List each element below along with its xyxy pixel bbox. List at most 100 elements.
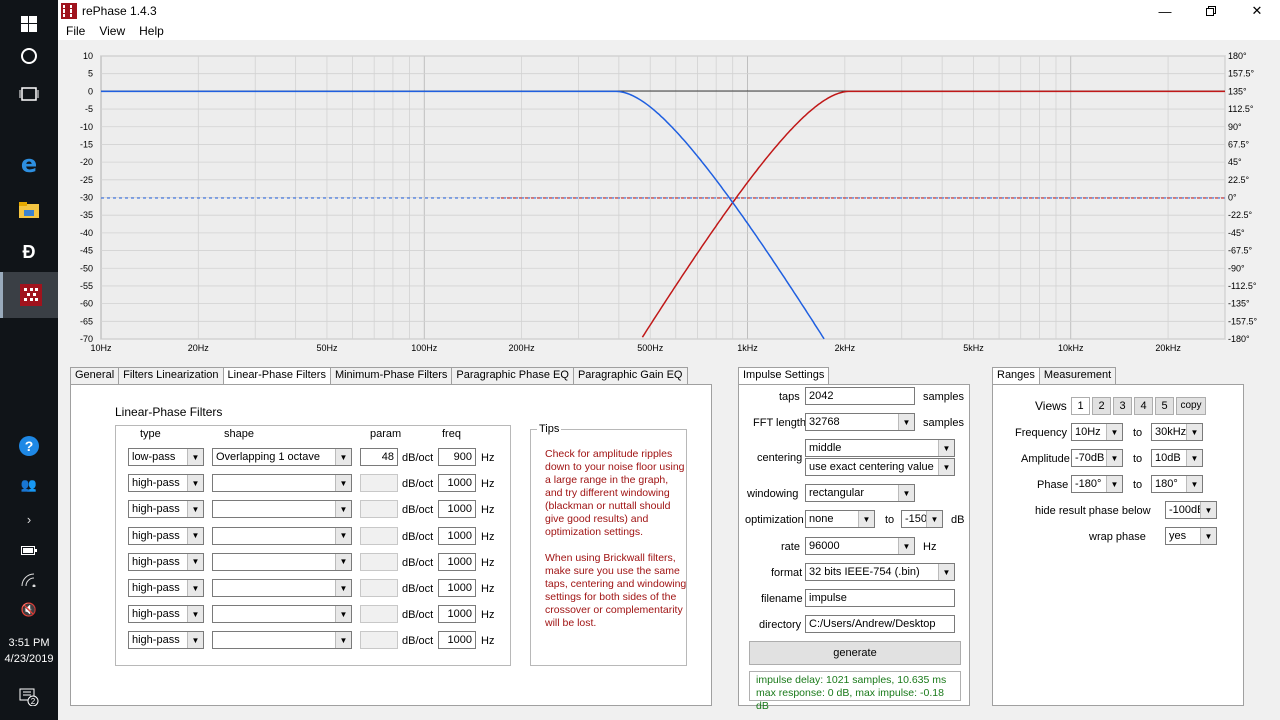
notifications-icon[interactable]: 2	[0, 682, 58, 712]
filter-param-input[interactable]	[360, 605, 398, 624]
minimize-icon[interactable]: —	[1142, 0, 1188, 22]
view-1-button[interactable]: 1	[1071, 397, 1090, 415]
rephase-taskbar-icon[interactable]	[0, 272, 58, 318]
wrap-phase-select[interactable]: yes ▼	[1165, 527, 1217, 545]
filter-param-input[interactable]: 48	[360, 448, 398, 466]
filter-freq-input[interactable]: 1000	[438, 579, 476, 597]
centering-mode-select[interactable]: use exact centering value ▼	[805, 458, 955, 476]
file-explorer-icon[interactable]	[0, 186, 58, 234]
tab-paragraphic-gain-eq[interactable]: Paragraphic Gain EQ	[572, 367, 688, 384]
filter-shape-select[interactable]: ▼	[212, 605, 352, 624]
filter-freq-input[interactable]: 1000	[438, 526, 476, 545]
tab-ranges[interactable]: Ranges	[992, 367, 1040, 384]
filter-type-select[interactable]: high-pass ▼	[128, 579, 204, 597]
filter-type-select[interactable]: low-pass ▼	[128, 448, 204, 466]
phase-from-select[interactable]: -180° ▼	[1071, 475, 1123, 493]
tab-minimum-phase-filters[interactable]: Minimum-Phase Filters	[329, 367, 453, 384]
filter-type-select[interactable]: high-pass ▼	[128, 552, 204, 571]
tab-impulse-settings[interactable]: Impulse Settings	[738, 367, 830, 384]
optimization-db-select[interactable]: -150 ▼	[901, 510, 943, 528]
edge-browser-icon[interactable]: e	[0, 140, 58, 188]
filter-freq-input[interactable]: 1000	[438, 474, 476, 493]
chevron-up-icon[interactable]: ›	[0, 504, 58, 534]
chevron-down-icon: ▼	[1106, 424, 1122, 440]
filter-param-unit: dB/oct	[402, 478, 434, 491]
centering-value: middle	[809, 442, 842, 454]
filter-type-value: high-pass	[132, 634, 180, 647]
filter-shape-select[interactable]: ▼	[212, 579, 352, 597]
phase-to-select[interactable]: 180° ▼	[1151, 475, 1203, 493]
generate-button[interactable]: generate	[749, 641, 961, 665]
filename-input[interactable]: impulse	[805, 589, 955, 607]
filter-shape-select[interactable]: ▼	[212, 631, 352, 650]
battery-icon[interactable]	[0, 535, 58, 565]
response-graph[interactable]: 10 5 0 -5 -10 -15 -20 -25 -30 -35 -40 -45 -50 -55 -60 -…	[58, 40, 1280, 360]
filter-freq-input[interactable]: 1000	[438, 500, 476, 519]
tab-filters-linearization[interactable]: Filters Linearization	[118, 367, 224, 384]
restore-icon[interactable]	[1188, 0, 1234, 22]
filter-param-input[interactable]	[360, 474, 398, 493]
filter-param-input[interactable]	[360, 500, 398, 519]
menu-view[interactable]: View	[99, 24, 125, 38]
app-d-icon[interactable]: Ð	[0, 228, 58, 276]
rate-select[interactable]: 96000 ▼	[805, 537, 915, 555]
tab-paragraphic-phase-eq[interactable]: Paragraphic Phase EQ	[451, 367, 574, 384]
view-2-button[interactable]: 2	[1092, 397, 1111, 415]
view-5-button[interactable]: 5	[1155, 397, 1174, 415]
impulse-tabs: Impulse Settings	[738, 367, 830, 384]
optimization-select[interactable]: none ▼	[805, 510, 875, 528]
frequency-from-select[interactable]: 10Hz ▼	[1071, 423, 1123, 441]
amplitude-to-select[interactable]: 10dB ▼	[1151, 449, 1203, 467]
filter-freq-input[interactable]: 1000	[438, 631, 476, 650]
freq-tick-label: 20kHz	[1155, 343, 1181, 353]
format-label: format	[771, 567, 803, 579]
format-select[interactable]: 32 bits IEEE-754 (.bin) ▼	[805, 563, 955, 581]
filter-param-input[interactable]	[360, 526, 398, 545]
menu-file[interactable]: File	[66, 24, 85, 38]
filter-param-input[interactable]	[360, 579, 398, 597]
phase-tick-label: 90°	[1228, 122, 1242, 132]
filter-type-select[interactable]: high-pass ▼	[128, 474, 204, 493]
help-icon[interactable]: ?	[0, 422, 58, 470]
copy-view-button[interactable]: copy	[1176, 397, 1206, 415]
directory-input[interactable]: C:/Users/Andrew/Desktop	[805, 615, 955, 633]
wifi-icon[interactable]	[0, 565, 58, 595]
filter-type-select[interactable]: high-pass ▼	[128, 631, 204, 650]
filter-type-select[interactable]: high-pass ▼	[128, 526, 204, 545]
tab-general[interactable]: General	[70, 367, 120, 384]
close-icon[interactable]: ✕	[1234, 0, 1280, 22]
centering-select[interactable]: middle ▼	[805, 439, 955, 457]
volume-muted-icon[interactable]: 🔇	[0, 595, 58, 625]
filter-param-input[interactable]	[360, 631, 398, 650]
filter-shape-select[interactable]: ▼	[212, 474, 352, 493]
taps-input[interactable]: 2042	[805, 387, 915, 405]
clock-time[interactable]: 3:51 PM	[0, 636, 58, 651]
filter-shape-select[interactable]: ▼	[212, 500, 352, 519]
tab-measurement[interactable]: Measurement	[1038, 367, 1117, 384]
filter-shape-value: Overlapping 1 octave	[216, 451, 320, 463]
title-bar[interactable]: rePhase 1.4.3 — ✕	[58, 0, 1280, 22]
clock-date[interactable]: 4/23/2019	[0, 652, 58, 667]
amplitude-from-select[interactable]: -70dB ▼	[1071, 449, 1123, 467]
fft-length-select[interactable]: 32768 ▼	[805, 413, 915, 431]
tab-linear-phase-filters[interactable]: Linear-Phase Filters	[222, 367, 331, 384]
menu-help[interactable]: Help	[139, 24, 164, 38]
windowing-select[interactable]: rectangular ▼	[805, 484, 915, 502]
hide-phase-select[interactable]: -100dB ▼	[1165, 501, 1217, 519]
filter-shape-select[interactable]: ▼	[212, 552, 352, 571]
filters-group: type shape param freq low-pass ▼ Overlapp…	[115, 425, 511, 666]
filter-freq-input[interactable]: 1000	[438, 605, 476, 624]
filter-type-select[interactable]: high-pass ▼	[128, 500, 204, 519]
filter-shape-select[interactable]: Overlapping 1 octave ▼	[212, 448, 352, 466]
filter-type-select[interactable]: high-pass ▼	[128, 605, 204, 624]
people-icon[interactable]: 👥	[0, 470, 58, 500]
filter-freq-input[interactable]: 900	[438, 448, 476, 466]
frequency-to-select[interactable]: 30kHz ▼	[1151, 423, 1203, 441]
filter-freq-input[interactable]: 1000	[438, 552, 476, 571]
filter-shape-select[interactable]: ▼	[212, 526, 352, 545]
task-view-icon[interactable]	[0, 70, 58, 118]
windowing-label: windowing	[747, 488, 799, 500]
view-4-button[interactable]: 4	[1134, 397, 1153, 415]
filter-param-input[interactable]	[360, 552, 398, 571]
view-3-button[interactable]: 3	[1113, 397, 1132, 415]
